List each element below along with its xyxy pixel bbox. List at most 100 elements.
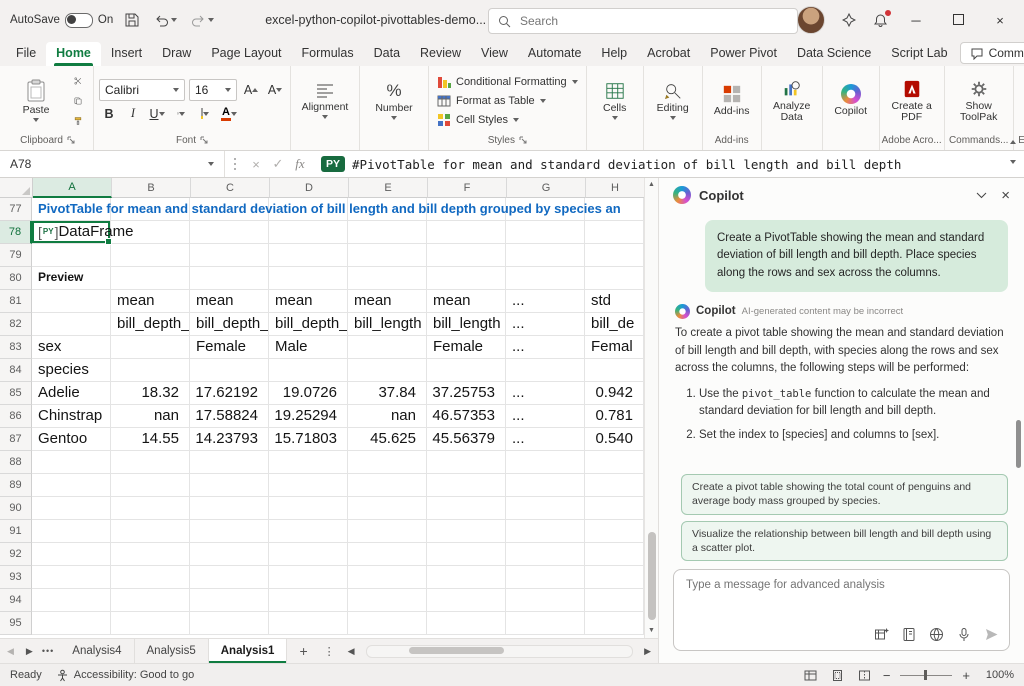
column-header[interactable]: B: [112, 178, 191, 198]
grid-cell[interactable]: [348, 244, 427, 267]
grid-cell[interactable]: PivotTable for mean and standard deviati…: [32, 198, 111, 221]
grid-cell[interactable]: [348, 520, 427, 543]
tab-draw[interactable]: Draw: [152, 42, 201, 66]
tab-data-science[interactable]: Data Science: [787, 42, 881, 66]
grid-cell[interactable]: 0.540: [585, 428, 644, 451]
zoom-out-button[interactable]: −: [883, 668, 891, 683]
prompt-library-button[interactable]: [874, 627, 889, 642]
grid-cell[interactable]: 19.25294: [269, 405, 348, 428]
grid-cell[interactable]: [190, 497, 269, 520]
grid-cell[interactable]: ...: [506, 290, 585, 313]
select-all-corner[interactable]: [0, 178, 33, 198]
redo-button[interactable]: [188, 10, 217, 31]
dialog-launcher-icon[interactable]: [67, 136, 75, 144]
paste-button[interactable]: Paste: [7, 77, 65, 124]
grid-cell[interactable]: [190, 359, 269, 382]
grid-cell[interactable]: 46.57353: [427, 405, 506, 428]
grid-cell[interactable]: [427, 520, 506, 543]
grid-cell[interactable]: [269, 474, 348, 497]
grid-cell[interactable]: [190, 451, 269, 474]
grid-cell[interactable]: [585, 612, 644, 635]
grid-cell[interactable]: [269, 497, 348, 520]
grid-cell[interactable]: [32, 589, 111, 612]
grid-cell[interactable]: [585, 543, 644, 566]
formula-input[interactable]: #PivotTable for mean and standard deviat…: [352, 157, 1024, 172]
grid-cell[interactable]: 0.781: [585, 405, 644, 428]
tab-data[interactable]: Data: [364, 42, 410, 66]
grid-cell[interactable]: [190, 612, 269, 635]
save-button[interactable]: [121, 9, 143, 31]
expand-formula-bar-icon[interactable]: [1010, 160, 1016, 164]
grid-cell[interactable]: ...: [506, 313, 585, 336]
zoom-slider-thumb[interactable]: [924, 670, 927, 680]
italic-button[interactable]: I: [123, 105, 143, 123]
number-button[interactable]: % Number: [365, 79, 423, 122]
borders-button[interactable]: [171, 105, 191, 123]
column-header[interactable]: C: [191, 178, 270, 198]
grid-cell[interactable]: [348, 612, 427, 635]
row-header[interactable]: 95: [0, 612, 32, 635]
copilot-button[interactable]: Copilot: [828, 82, 874, 119]
tab-script-lab[interactable]: Script Lab: [881, 42, 957, 66]
grid-cell[interactable]: [427, 244, 506, 267]
grid-cell[interactable]: Femal: [585, 336, 644, 359]
autosave-toggle[interactable]: AutoSave On: [10, 13, 113, 28]
grid-cell[interactable]: 0.942: [585, 382, 644, 405]
grid-cell[interactable]: ...: [506, 336, 585, 359]
grid-cell[interactable]: [111, 244, 190, 267]
grid-cell[interactable]: [190, 244, 269, 267]
excel-labs-button[interactable]: Excel Labs: [1019, 77, 1024, 125]
grid-cell[interactable]: species: [32, 359, 111, 382]
format-as-table-button[interactable]: Format as Table: [434, 92, 581, 110]
grid-cell[interactable]: [32, 520, 111, 543]
row-header[interactable]: 77: [0, 198, 32, 221]
grid-cell[interactable]: [190, 566, 269, 589]
undo-button[interactable]: [151, 10, 180, 31]
row-header[interactable]: 84: [0, 359, 32, 382]
grid-cell[interactable]: bill_length: [427, 313, 506, 336]
copy-button[interactable]: [68, 92, 88, 110]
zoom-slider[interactable]: [900, 670, 952, 680]
grid-cell[interactable]: [32, 543, 111, 566]
tab-view[interactable]: View: [471, 42, 518, 66]
grid-cell[interactable]: [585, 589, 644, 612]
chevron-down-icon[interactable]: [976, 192, 987, 199]
grid-cell[interactable]: [190, 520, 269, 543]
grid-cell[interactable]: ...: [506, 428, 585, 451]
grid-cell[interactable]: [32, 474, 111, 497]
tab-file[interactable]: File: [6, 42, 46, 66]
page-break-view-button[interactable]: [856, 667, 873, 684]
grid-cell[interactable]: [269, 359, 348, 382]
accessibility-status[interactable]: Accessibility: Good to go: [56, 669, 194, 682]
grid-cell[interactable]: [427, 543, 506, 566]
grid-cell[interactable]: [32, 313, 111, 336]
grid-cell[interactable]: [348, 589, 427, 612]
grid-cell[interactable]: [348, 336, 427, 359]
add-sheet-button[interactable]: +: [293, 643, 313, 659]
analyze-data-button[interactable]: Analyze Data: [767, 77, 817, 125]
grid-cell[interactable]: [348, 497, 427, 520]
grid-cell[interactable]: 17.58824: [190, 405, 269, 428]
grid-cell[interactable]: [32, 451, 111, 474]
cut-button[interactable]: [68, 72, 88, 90]
column-header[interactable]: D: [270, 178, 349, 198]
grid-cell[interactable]: [190, 267, 269, 290]
vertical-scrollbar[interactable]: ▲ ▼: [644, 178, 658, 638]
alignment-button[interactable]: Alignment: [296, 80, 354, 121]
grid-cell[interactable]: [190, 589, 269, 612]
cancel-button[interactable]: ×: [245, 157, 267, 172]
row-header[interactable]: 92: [0, 543, 32, 566]
column-header[interactable]: F: [428, 178, 507, 198]
close-button[interactable]: ×: [986, 9, 1014, 32]
copilot-message-input[interactable]: [684, 578, 1008, 592]
grid-cell[interactable]: bill_length: [348, 313, 427, 336]
grid-cell[interactable]: [585, 497, 644, 520]
row-header[interactable]: 93: [0, 566, 32, 589]
column-header[interactable]: H: [586, 178, 644, 198]
grid-cell[interactable]: [111, 451, 190, 474]
grid-cell[interactable]: bill_depth_: [190, 313, 269, 336]
grid-cell[interactable]: [32, 244, 111, 267]
grid-cell[interactable]: [269, 566, 348, 589]
dialog-launcher-icon[interactable]: [200, 136, 208, 144]
tab-page-layout[interactable]: Page Layout: [201, 42, 291, 66]
